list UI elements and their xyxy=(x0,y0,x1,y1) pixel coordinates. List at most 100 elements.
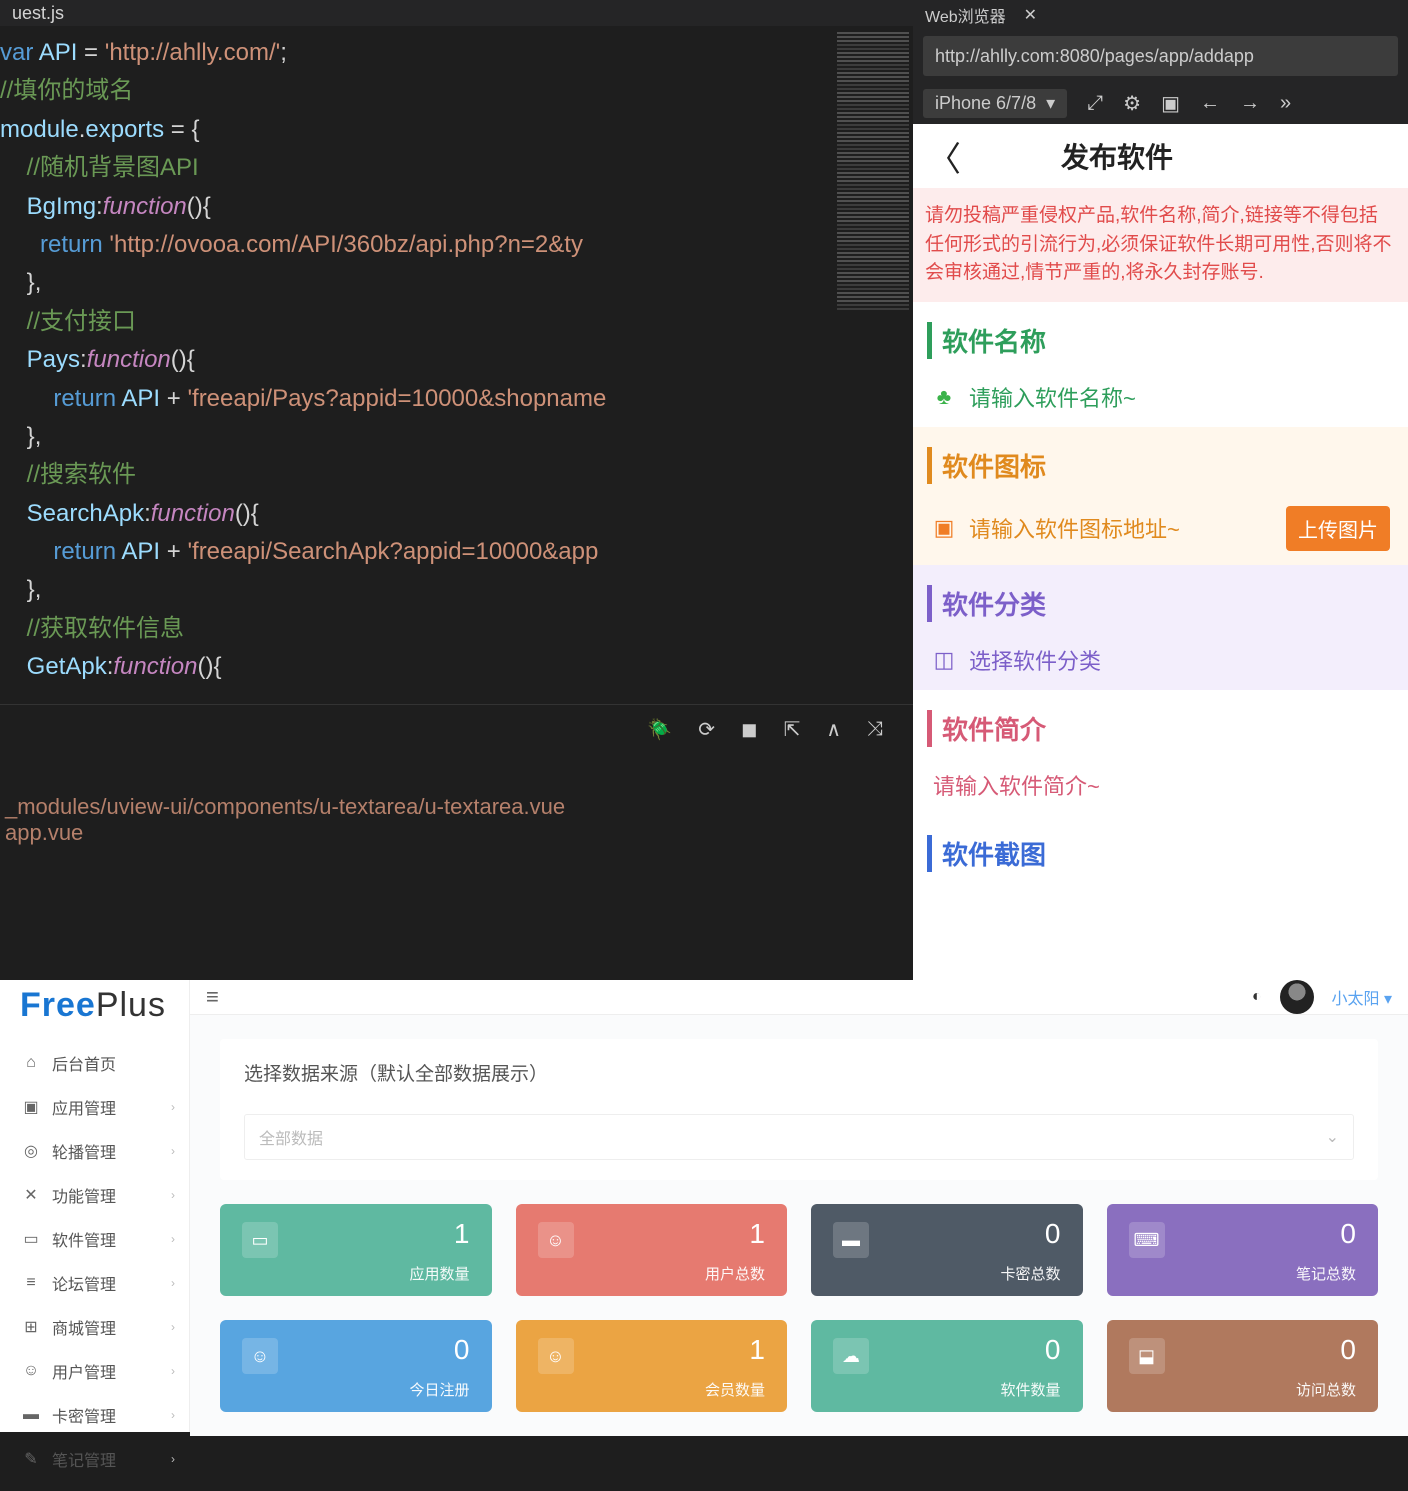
terminal-toolbar: 🪲 ⟳ ◼ ⇱ ∧ ⤨ xyxy=(0,704,913,754)
theme-icon[interactable]: ◐ xyxy=(1252,988,1262,1006)
data-source-select[interactable]: 全部数据 xyxy=(244,1114,1354,1160)
menu-label: 轮播管理 xyxy=(52,1139,116,1163)
panel-title: 选择数据来源（默认全部数据展示） xyxy=(244,1059,1354,1086)
preview-tab[interactable]: Web浏览器 xyxy=(925,3,1006,27)
menu-label: 论坛管理 xyxy=(52,1271,116,1295)
terminal[interactable]: _modules/uview-ui/components/u-textarea/… xyxy=(0,754,913,980)
card-value: 1 xyxy=(749,1334,765,1366)
android-icon: ♣ xyxy=(931,384,957,410)
menu-icon: ☺ xyxy=(22,1362,40,1380)
sidebar-item[interactable]: ✕ 功能管理 › xyxy=(0,1173,189,1217)
refresh-icon[interactable]: ⟳ xyxy=(698,717,715,742)
menu-icon: ▭ xyxy=(22,1229,40,1249)
card-label: 卡密总数 xyxy=(1000,1263,1060,1284)
data-source-panel: 选择数据来源（默认全部数据展示） 全部数据 xyxy=(220,1039,1378,1180)
forward-icon[interactable]: → xyxy=(1240,92,1260,115)
name-input[interactable]: 请输入软件名称~ xyxy=(969,381,1136,413)
stat-card[interactable]: ☺1会员数量 xyxy=(516,1320,788,1412)
card-label: 笔记总数 xyxy=(1296,1263,1356,1284)
sidebar-item[interactable]: ≡论坛管理› xyxy=(0,1261,189,1305)
minimap[interactable] xyxy=(833,26,913,704)
username[interactable]: 小太阳 ▾ xyxy=(1332,985,1393,1009)
code-editor[interactable]: var API = 'http://ahlly.com/'; //填你的域名 m… xyxy=(0,26,833,704)
sidebar-item[interactable]: ▭软件管理› xyxy=(0,1217,189,1261)
url-bar[interactable]: http://ahlly.com:8080/pages/app/addapp xyxy=(923,36,1398,76)
sidebar-item[interactable]: ☺用户管理› xyxy=(0,1349,189,1393)
section-title-icon: 软件图标 xyxy=(927,447,1394,484)
stat-card[interactable]: ☺1用户总数 xyxy=(516,1204,788,1296)
shuffle-icon[interactable]: ⤨ xyxy=(867,718,883,741)
preview-tab-bar: Web浏览器 ✕ xyxy=(913,0,1408,30)
card-icon: ☁ xyxy=(833,1338,869,1374)
sidebar-item[interactable]: ✎笔记管理› xyxy=(0,1437,189,1481)
sidebar-menu: ⌂后台首页▣应用管理›◎轮播管理›✕功能管理›▭软件管理›≡论坛管理›⊞商城管理… xyxy=(0,1031,189,1491)
stat-card[interactable]: ▬0卡密总数 xyxy=(811,1204,1083,1296)
terminal-line: _modules/uview-ui/components/u-textarea/… xyxy=(5,794,908,820)
menu-icon: ⌂ xyxy=(22,1054,40,1072)
section-title-category: 软件分类 xyxy=(927,585,1394,622)
section-title-screenshot: 软件截图 xyxy=(927,835,1394,872)
sidebar-item[interactable]: ⊞商城管理› xyxy=(0,1305,189,1349)
menu-label: 商城管理 xyxy=(52,1315,116,1339)
menu-icon: ▬ xyxy=(22,1406,40,1424)
sidebar-item[interactable]: ⌂ 后台首页 xyxy=(0,1041,189,1085)
rotate-icon[interactable]: ⤢ xyxy=(1087,92,1103,115)
card-icon: ☺ xyxy=(242,1338,278,1374)
export-icon[interactable]: ⇱ xyxy=(784,717,801,742)
page-title: 发布软件 xyxy=(1061,136,1173,176)
menu-label: 软件管理 xyxy=(52,1227,116,1251)
settings-icon[interactable]: ⚙ xyxy=(1123,91,1141,116)
menu-icon: ⊞ xyxy=(22,1317,40,1337)
collapse-icon[interactable]: ∧ xyxy=(826,717,841,742)
sidebar-item[interactable]: ◎轮播管理› xyxy=(0,1129,189,1173)
sidebar-item[interactable]: ▣应用管理› xyxy=(0,1085,189,1129)
grid-icon: ◫ xyxy=(931,647,957,673)
dashboard: FreePlus ⌂后台首页▣应用管理›◎轮播管理›✕功能管理›▭软件管理›≡论… xyxy=(0,980,1408,1432)
card-icon: ⬓ xyxy=(1129,1338,1165,1374)
menu-label: 后台首页 xyxy=(52,1051,116,1075)
card-label: 用户总数 xyxy=(705,1263,765,1284)
chevron-right-icon: › xyxy=(171,1188,175,1202)
stat-card[interactable]: ⌨0笔记总数 xyxy=(1107,1204,1379,1296)
icon-url-input[interactable]: 请输入软件图标地址~ xyxy=(969,512,1180,544)
card-value: 0 xyxy=(1045,1218,1061,1250)
section-title-name: 软件名称 xyxy=(927,322,1394,359)
stat-card[interactable]: ☺0今日注册 xyxy=(220,1320,492,1412)
menu-label: 笔记管理 xyxy=(52,1447,116,1471)
terminal-line: app.vue xyxy=(5,820,908,846)
avatar[interactable] xyxy=(1280,980,1314,1014)
page-back-icon[interactable]: 〈 xyxy=(927,132,961,181)
screenshot-icon[interactable]: ▣ xyxy=(1161,91,1180,116)
card-value: 0 xyxy=(1340,1334,1356,1366)
close-icon[interactable]: ✕ xyxy=(1024,5,1037,25)
back-icon[interactable]: ← xyxy=(1200,92,1220,115)
intro-input[interactable]: 请输入软件简介~ xyxy=(931,769,1100,801)
brand-logo[interactable]: FreePlus xyxy=(0,980,189,1031)
card-icon: ⌨ xyxy=(1129,1222,1165,1258)
menu-label: 应用管理 xyxy=(52,1095,116,1119)
menu-icon: ◎ xyxy=(22,1141,40,1161)
chevron-right-icon: › xyxy=(171,1408,175,1422)
bug-icon[interactable]: 🪲 xyxy=(647,717,672,742)
card-label: 访问总数 xyxy=(1296,1379,1356,1400)
chevron-right-icon: › xyxy=(171,1364,175,1378)
chevron-right-icon: › xyxy=(171,1100,175,1114)
menu-toggle-icon[interactable]: ≡ xyxy=(206,984,219,1010)
chevron-right-icon: › xyxy=(171,1452,175,1466)
card-value: 0 xyxy=(1045,1334,1061,1366)
device-select[interactable]: iPhone 6/7/8▾ xyxy=(923,89,1067,118)
menu-label: 功能管理 xyxy=(52,1183,116,1207)
warning-banner: 请勿投稿严重侵权产品,软件名称,简介,链接等不得包括任何形式的引流行为,必须保证… xyxy=(913,188,1408,302)
stat-card[interactable]: ☁0软件数量 xyxy=(811,1320,1083,1412)
stat-card[interactable]: ▭1应用数量 xyxy=(220,1204,492,1296)
sidebar-item[interactable]: ▬卡密管理› xyxy=(0,1393,189,1437)
stat-card[interactable]: ⬓ 0 访问总数 xyxy=(1107,1320,1379,1412)
upload-button[interactable]: 上传图片 xyxy=(1286,506,1390,551)
stop-icon[interactable]: ◼ xyxy=(741,717,758,742)
menu-icon: ✕ xyxy=(22,1185,40,1205)
card-label: 应用数量 xyxy=(409,1263,469,1284)
card-label: 会员数量 xyxy=(705,1379,765,1400)
file-tab[interactable]: uest.js xyxy=(0,3,76,24)
category-select[interactable]: 选择软件分类 xyxy=(969,644,1101,676)
more-icon[interactable]: » xyxy=(1280,92,1291,115)
